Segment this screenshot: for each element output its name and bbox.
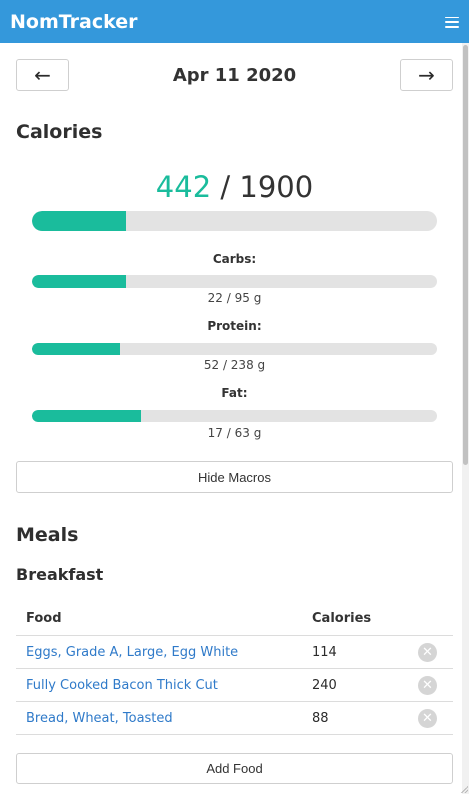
- carbs-progress-fill: [32, 275, 126, 288]
- table-row: Fully Cooked Bacon Thick Cut 240 ✕: [16, 669, 453, 702]
- add-food-button[interactable]: Add Food: [16, 753, 453, 784]
- breakfast-table: Food Calories Eggs, Grade A, Large, Egg …: [16, 602, 453, 735]
- navbar: NomTracker: [0, 0, 469, 43]
- hide-macros-button[interactable]: Hide Macros: [16, 461, 453, 493]
- calories-goal: 1900: [239, 170, 314, 204]
- carbs-label: Carbs:: [212, 252, 257, 266]
- calories-cell: 240: [312, 677, 337, 693]
- app-title[interactable]: NomTracker: [10, 11, 137, 33]
- calories-heading: Calories: [16, 121, 103, 143]
- fat-label: Fat:: [221, 386, 248, 400]
- meals-heading: Meals: [16, 524, 79, 546]
- protein-label: Protein:: [207, 319, 262, 333]
- calories-cell: 114: [312, 644, 337, 660]
- carbs-value: 22 / 95 g: [207, 291, 262, 305]
- calorie-readout: 442 / 1900: [0, 170, 469, 204]
- fat-progress-fill: [32, 410, 142, 422]
- breakfast-heading: Breakfast: [16, 565, 104, 584]
- table-row: Bread, Wheat, Toasted 88 ✕: [16, 702, 453, 735]
- resize-grip-icon[interactable]: [461, 786, 468, 793]
- current-date: Apr 11 2020: [172, 64, 297, 86]
- carbs-progress-bar: [32, 275, 437, 288]
- food-link[interactable]: Fully Cooked Bacon Thick Cut: [26, 678, 218, 693]
- remove-food-icon[interactable]: ✕: [418, 708, 437, 728]
- calorie-progress-bar: [32, 211, 437, 231]
- date-navigation: ← Apr 11 2020 →: [16, 59, 453, 91]
- protein-value: 52 / 238 g: [203, 358, 266, 372]
- calorie-progress-fill: [32, 211, 127, 231]
- protein-progress-bar: [32, 343, 437, 355]
- next-day-button[interactable]: →: [400, 59, 453, 91]
- fat-progress-bar: [32, 410, 437, 422]
- previous-day-button[interactable]: ←: [16, 59, 69, 91]
- food-link[interactable]: Eggs, Grade A, Large, Egg White: [26, 645, 238, 660]
- remove-food-icon[interactable]: ✕: [418, 642, 437, 662]
- table-row: Eggs, Grade A, Large, Egg White 114 ✕: [16, 636, 453, 669]
- table-header: Food Calories: [16, 602, 453, 636]
- food-column-header: Food: [26, 611, 62, 626]
- protein-progress-fill: [32, 343, 121, 355]
- remove-food-icon[interactable]: ✕: [418, 675, 437, 695]
- calories-column-header: Calories: [312, 611, 372, 626]
- fat-value: 17 / 63 g: [207, 426, 262, 440]
- calories-cell: 88: [312, 710, 329, 726]
- calories-consumed: 442: [155, 170, 212, 204]
- calories-separator: /: [211, 170, 240, 204]
- hamburger-menu-icon[interactable]: [445, 16, 459, 28]
- food-link[interactable]: Bread, Wheat, Toasted: [26, 711, 173, 726]
